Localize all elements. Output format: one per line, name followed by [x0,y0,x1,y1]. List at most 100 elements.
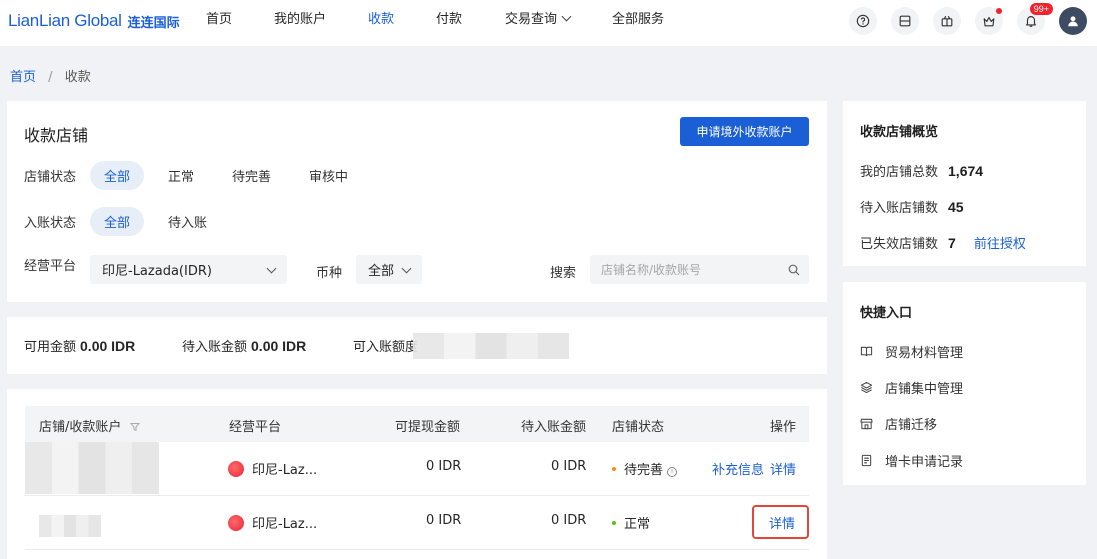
info-icon[interactable]: i [667,467,678,477]
shortcut-label: 店铺迁移 [885,418,938,433]
status-text: 正常 [624,517,651,532]
redacted-store-name [25,442,159,494]
store-icon [860,418,873,430]
redacted-store-name [39,515,101,537]
platform-label: 经营平台 [24,259,77,274]
notification-dot [996,8,1002,14]
pending-balance: 待入账金额 0.00 IDR [182,336,306,355]
store-status-filter: 店铺状态 全部 正常 待完善 审核中 [24,161,372,190]
table-row-pending: 0 IDR [551,513,587,528]
column-header-store: 店铺/收款账户 [39,416,140,435]
store-status-incomplete[interactable]: 待完善 [218,161,285,190]
book-icon [860,346,873,357]
breadcrumb-home[interactable]: 首页 [10,70,36,85]
status-text: 待完善 [624,463,664,478]
detail-link[interactable]: 详情 [770,459,796,478]
store-overview-card: 收款店铺概览 我的店铺总数 1,674 待入账店铺数 45 已失效店铺数 7 前往授权 [843,101,1086,266]
store-status-label: 店铺状态 [24,170,77,185]
store-card-title: 收款店铺 [24,126,89,145]
currency-select-value: 全部 [368,264,395,279]
notification-badge: 99+ [1029,3,1053,15]
total-stores-value: 1,674 [948,163,984,179]
authorize-link[interactable]: 前往授权 [974,237,1026,252]
platform-filter: 经营平台 [24,255,90,274]
available-value: 0.00 IDR [80,338,136,354]
logo-text-cn: 连连国际 [127,15,180,31]
shortcut-store-management[interactable]: 店铺集中管理 [860,378,963,397]
table-row-withdrawable: 0 IDR [426,459,462,474]
table-row-status: 正常 [612,513,650,532]
table-header: 店铺/收款账户 经营平台 可提现金额 待入账金额 店铺状态 操作 [25,406,809,442]
search-placeholder: 店铺名称/收款账号 [601,263,702,277]
avatar[interactable] [1059,7,1087,35]
row-divider [25,549,809,550]
shortcut-card-application-records[interactable]: 增卡申请记录 [860,451,963,470]
nav-my-account[interactable]: 我的账户 [274,0,326,46]
logo[interactable]: LianLian Global 连连国际 [8,11,180,31]
search-input[interactable]: 店铺名称/收款账号 [590,255,809,284]
breadcrumb: 首页 / 收款 [10,66,91,85]
platform-select[interactable]: 印尼-Lazada(IDR) [90,255,287,284]
nav-payment[interactable]: 付款 [436,0,462,46]
store-status-all[interactable]: 全部 [90,161,145,190]
gift-icon[interactable] [933,7,961,35]
pending-label: 待入账金额 [182,340,248,355]
top-header: LianLian Global 连连国际 首页 我的账户 收款 付款 交易查询 … [0,0,1097,46]
highlight-box [752,505,809,539]
logo-text-en: LianLian Global [8,11,122,30]
shortcut-label: 增卡申请记录 [885,455,964,470]
store-filter-card: 收款店铺 申请境外收款账户 店铺状态 全部 正常 待完善 审核中 入账状态 全部… [7,101,827,302]
overview-title: 收款店铺概览 [860,125,939,140]
shortcuts-title: 快捷入口 [860,306,913,321]
lazada-icon [228,515,244,531]
shortcut-store-migration[interactable]: 店铺迁移 [860,414,937,433]
currency-select[interactable]: 全部 [356,255,422,284]
credit-status-label: 入账状态 [24,216,77,231]
search-icon[interactable] [788,264,800,276]
nav-collection[interactable]: 收款 [368,0,394,46]
platform-name: 印尼-Laz... [252,463,318,478]
table-row-platform: 印尼-Laz... [228,513,317,532]
supplement-info-link[interactable]: 补充信息 [712,459,764,478]
row-divider [25,495,809,496]
wallet-icon[interactable] [891,7,919,35]
bell-icon[interactable]: 99+ [1017,3,1053,35]
available-balance: 可用金额 0.00 IDR [24,336,135,355]
credit-status-pending[interactable]: 待入账 [154,207,221,236]
crown-icon[interactable] [975,7,1003,35]
table-row-platform: 印尼-Laz... [228,459,317,478]
credit-status-all[interactable]: 全部 [90,207,145,236]
filter-icon[interactable] [129,422,140,432]
store-status-normal[interactable]: 正常 [154,161,208,190]
lazada-icon [228,461,244,477]
total-stores-label: 我的店铺总数 [860,165,939,180]
breadcrumb-separator: / [48,70,53,85]
shortcut-trade-materials[interactable]: 贸易材料管理 [860,342,963,361]
pending-value: 0.00 IDR [251,338,307,354]
currency-label: 币种 [316,266,343,281]
column-header-pending: 待入账金额 [521,420,587,435]
apply-overseas-account-button[interactable]: 申请境外收款账户 [680,117,809,146]
available-label: 可用金额 [24,340,77,355]
help-icon[interactable] [849,7,877,35]
document-icon [861,454,872,467]
column-header-withdrawable: 可提现金额 [395,420,461,435]
pending-stores-label: 待入账店铺数 [860,201,939,216]
chevron-down-icon [266,263,277,274]
status-dot [612,521,616,525]
header-actions: 99+ [849,3,1087,35]
credit-status-filter: 入账状态 全部 待入账 [24,207,231,236]
nav-all-services[interactable]: 全部服务 [612,0,664,46]
store-status-reviewing[interactable]: 审核中 [295,161,362,190]
shortcut-label: 贸易材料管理 [885,346,964,361]
table-row-status: 待完善 i [612,459,678,478]
column-header-store-label: 店铺/收款账户 [39,420,122,435]
balance-card: 可用金额 0.00 IDR 待入账金额 0.00 IDR 可入账额度 [7,317,827,374]
nav-transaction-query-label: 交易查询 [505,12,558,27]
column-header-status: 店铺状态 [612,420,665,435]
layers-icon [860,381,873,394]
redacted-area [413,333,569,359]
nav-transaction-query[interactable]: 交易查询 [505,0,572,46]
nav-home[interactable]: 首页 [206,0,232,46]
pending-stores-value: 45 [948,199,964,215]
